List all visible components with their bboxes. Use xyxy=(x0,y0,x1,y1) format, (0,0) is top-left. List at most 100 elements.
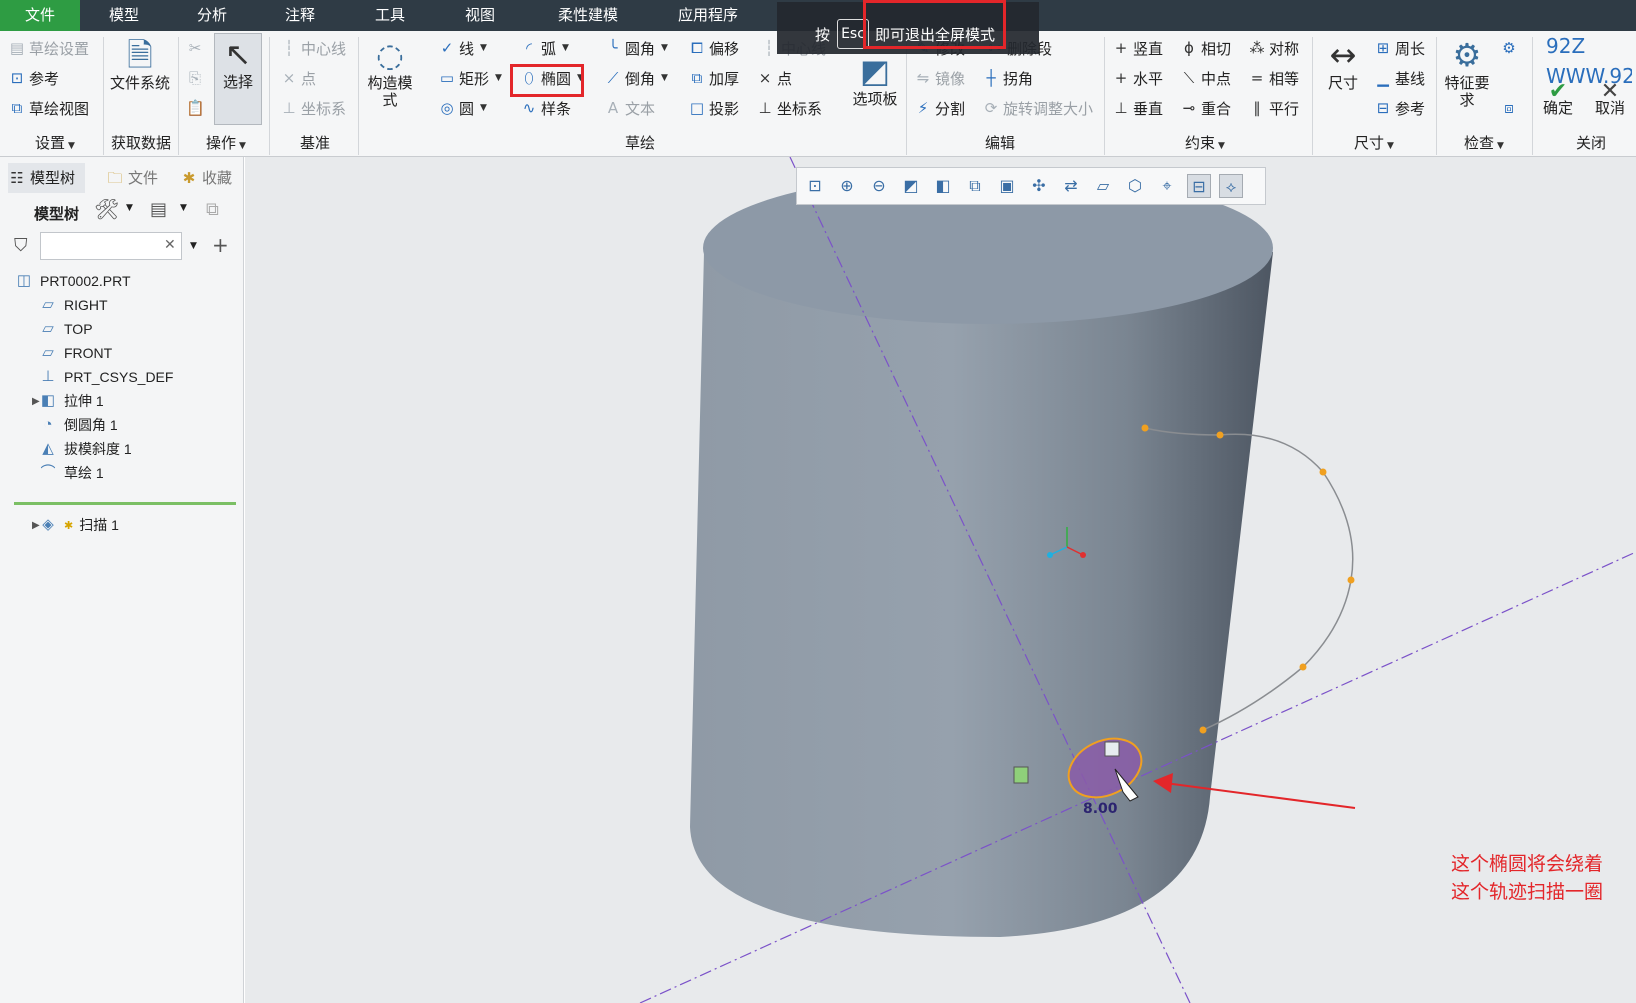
group-title-operations[interactable]: 操作 ▼ xyxy=(186,132,266,153)
menu-annotate[interactable]: 注释 xyxy=(276,0,324,31)
copy-icon[interactable]: ⎘ xyxy=(186,65,204,91)
perspective-icon[interactable]: ✣ xyxy=(1027,174,1051,198)
group-title-dimension[interactable]: 尺寸 ▼ xyxy=(1334,132,1414,153)
saved-orientations-icon[interactable]: ⧉ xyxy=(963,174,987,198)
display-style-icon[interactable]: ◧ xyxy=(931,174,955,198)
filter-icon[interactable]: ⛉ xyxy=(14,235,28,256)
graphics-viewport[interactable]: 8.00 ⊡ ⊕ ⊖ ◩ ◧ ⧉ ▣ ✣ ⇄ ▱ ⬡ ⌖ ⊟ ⟡ 这个椭圆将会绕… xyxy=(245,157,1636,1003)
spline-point[interactable] xyxy=(1216,431,1224,439)
vertical-constraint-button[interactable]: + 竖直 xyxy=(1112,35,1163,61)
tree-settings-icon[interactable]: 🛠 xyxy=(94,197,119,221)
zoom-out-icon[interactable]: ⊖ xyxy=(867,174,891,198)
sketch-view-button[interactable]: ⧉ 草绘视图 xyxy=(8,95,89,121)
tree-item-draft[interactable]: ◭ 拔模斜度 1 xyxy=(38,437,131,461)
sketch-point-button[interactable]: × 点 xyxy=(756,65,792,91)
thicken-button[interactable]: ⧉ 加厚 xyxy=(688,65,739,91)
midpoint-constraint-button[interactable]: ⟍ 中点 xyxy=(1180,65,1231,91)
chevron-down-icon[interactable]: ▼ xyxy=(180,203,187,213)
tree-item-right[interactable]: ▱ RIGHT xyxy=(38,293,107,317)
sketch-csys-button[interactable]: ⊥ 坐标系 xyxy=(756,95,822,121)
tree-filter-icon[interactable]: ⧉ xyxy=(206,199,219,220)
menu-view[interactable]: 视图 xyxy=(456,0,504,31)
tree-item-top[interactable]: ▱ TOP xyxy=(38,317,92,341)
tree-item-extrude[interactable]: ▶ ◧ 拉伸 1 xyxy=(32,389,104,413)
vertex-display-icon[interactable]: ⟡ xyxy=(1219,174,1243,198)
spline-point[interactable] xyxy=(1347,576,1355,584)
view-manager-icon[interactable]: ▣ xyxy=(995,174,1019,198)
menu-applications[interactable]: 应用程序 xyxy=(668,0,748,31)
constraint-display-icon[interactable]: ⊟ xyxy=(1187,174,1211,198)
spline-button[interactable]: ∿ 样条 xyxy=(520,95,571,121)
inspect-tool-icon[interactable]: ⚙ xyxy=(1500,35,1518,61)
paste-icon[interactable]: 📋 xyxy=(186,95,205,121)
expand-icon[interactable]: ▶ xyxy=(32,396,40,407)
clear-icon[interactable]: ✕ xyxy=(164,237,176,253)
chevron-down-icon[interactable]: ▼ xyxy=(126,203,133,213)
spline-point[interactable] xyxy=(1299,663,1307,671)
divide-button[interactable]: ⚡ 分割 xyxy=(914,95,965,121)
show-list-icon[interactable]: ▤ xyxy=(150,199,167,220)
perpendicular-constraint-button[interactable]: ⊥ 垂直 xyxy=(1112,95,1163,121)
cut-icon[interactable]: ✂ xyxy=(186,35,204,61)
file-system-button[interactable]: 🗎 文件系统 xyxy=(110,35,170,92)
group-title-settings[interactable]: 设置 ▼ xyxy=(10,132,100,153)
parallel-constraint-button[interactable]: ∥ 平行 xyxy=(1248,95,1299,121)
tree-item-csys[interactable]: ⊥ PRT_CSYS_DEF xyxy=(38,365,173,389)
perimeter-button[interactable]: ⊞ 周长 xyxy=(1374,35,1425,61)
dimension-button[interactable]: ↔ 尺寸 xyxy=(1318,35,1368,92)
feature-requirements-button[interactable]: ⚙ 特征要求 xyxy=(1440,35,1494,109)
menu-flexible-modeling[interactable]: 柔性建模 xyxy=(548,0,628,31)
circle-button[interactable]: ◎ 圆 ▼ xyxy=(438,95,486,121)
equal-constraint-button[interactable]: = 相等 xyxy=(1248,65,1299,91)
coincident-constraint-button[interactable]: ⊸ 重合 xyxy=(1180,95,1231,121)
datum-csys-button[interactable]: ⊥ 坐标系 xyxy=(280,95,346,121)
datum-point-button[interactable]: × 点 xyxy=(280,65,316,91)
corner-button[interactable]: ┼ 拐角 xyxy=(982,65,1033,91)
horizontal-constraint-button[interactable]: + 水平 xyxy=(1112,65,1163,91)
spline-point[interactable] xyxy=(1199,726,1207,734)
refit-icon[interactable]: ⊡ xyxy=(803,174,827,198)
search-input[interactable] xyxy=(40,232,182,260)
palette-button[interactable]: ◩ 选项板 xyxy=(846,51,904,108)
chevron-down-icon[interactable]: ▼ xyxy=(190,241,197,251)
datum-centerline-button[interactable]: ┆ 中心线 xyxy=(280,35,346,61)
rotate-resize-button[interactable]: ⟳ 旋转调整大小 xyxy=(982,95,1093,121)
rectangle-button[interactable]: ▭ 矩形 ▼ xyxy=(438,65,502,91)
menu-tools[interactable]: 工具 xyxy=(366,0,414,31)
tab-favorites[interactable]: ✱ 收藏 xyxy=(180,163,232,193)
inspect-overlap-icon[interactable]: ⧈ xyxy=(1500,95,1518,121)
fillet-button[interactable]: ╰ 圆角 ▼ xyxy=(604,35,667,61)
baseline-button[interactable]: ▁ 基线 xyxy=(1374,65,1425,91)
project-button[interactable]: □ 投影 xyxy=(688,95,739,121)
tree-item-sweep[interactable]: ▶ ◈ ✱ 扫描 1 xyxy=(32,513,119,537)
spline-point[interactable] xyxy=(1319,468,1327,476)
expand-icon[interactable]: ▶ xyxy=(32,520,40,531)
select-button[interactable]: ↖ 选择 xyxy=(214,33,262,125)
references-button[interactable]: ⊡ 参考 xyxy=(8,65,59,91)
tree-item-front[interactable]: ▱ FRONT xyxy=(38,341,112,365)
arc-button[interactable]: ◜ 弧 ▼ xyxy=(520,35,569,61)
sketch-view-icon[interactable]: ⬡ xyxy=(1123,174,1147,198)
add-icon[interactable]: + xyxy=(212,233,229,257)
plane-display-icon[interactable]: ▱ xyxy=(1091,174,1115,198)
menu-model[interactable]: 模型 xyxy=(100,0,148,31)
text-button[interactable]: A 文本 xyxy=(604,95,655,121)
mirror-button[interactable]: ⇋ 镜像 xyxy=(914,65,965,91)
offset-button[interactable]: ⧠ 偏移 xyxy=(688,35,739,61)
zoom-in-icon[interactable]: ⊕ xyxy=(835,174,859,198)
ok-button[interactable]: ✔ 确定 xyxy=(1538,81,1578,117)
construction-mode-button[interactable]: ◌ 构造模式 xyxy=(364,35,416,109)
tree-item-round[interactable]: ◔ 倒圆角 1 xyxy=(38,413,117,437)
sketch-display-filter-icon[interactable]: ⌖ xyxy=(1155,174,1179,198)
tab-model-tree[interactable]: ☷ 模型树 xyxy=(8,163,86,193)
tree-item-sketch[interactable]: ⌒ 草绘 1 xyxy=(38,461,103,485)
annotation-display-icon[interactable]: ⇄ xyxy=(1059,174,1083,198)
menu-analysis[interactable]: 分析 xyxy=(188,0,236,31)
symmetric-constraint-button[interactable]: ⁂ 对称 xyxy=(1248,35,1300,61)
sketch-setup-button[interactable]: ▤ 草绘设置 xyxy=(8,35,89,61)
group-title-inspect[interactable]: 检查 ▼ xyxy=(1444,132,1524,153)
spline-point[interactable] xyxy=(1141,424,1149,432)
ellipse-dimension[interactable]: 8.00 xyxy=(1083,801,1118,817)
reference-dimension-button[interactable]: ⊟ 参考 xyxy=(1374,95,1425,121)
repaint-icon[interactable]: ◩ xyxy=(899,174,923,198)
